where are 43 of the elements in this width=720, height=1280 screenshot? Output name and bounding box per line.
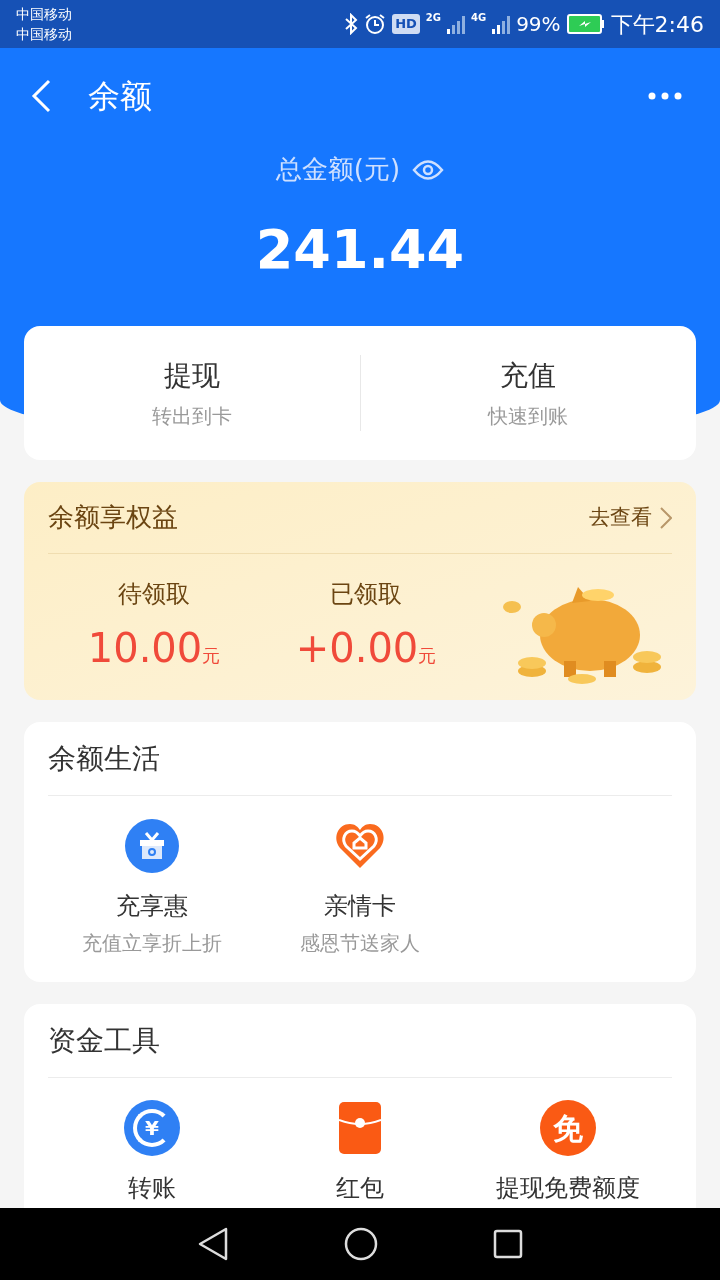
item-subtitle: 感恩节送家人 [300, 930, 420, 957]
battery-percent: 99% [516, 11, 561, 38]
item-label[interactable]: 转账 [128, 1170, 176, 1206]
stat-unit: 元 [418, 644, 437, 668]
clock: 下午2:46 [610, 10, 704, 39]
stat-label: 已领取 [330, 579, 402, 610]
item-label[interactable]: 红包 [336, 1170, 384, 1206]
item-subtitle: 充值立享折上折 [82, 930, 222, 957]
battery-icon [566, 14, 605, 34]
item-label[interactable]: 提现免费额度 [496, 1170, 640, 1206]
recents-icon[interactable] [492, 1229, 523, 1259]
item-label[interactable]: 充享惠 [116, 888, 188, 924]
total-amount: 241.44 [255, 217, 465, 283]
stat-amount: +0.00 [295, 624, 419, 673]
more-icon[interactable] [648, 92, 682, 100]
action-button[interactable]: 充值 快速到账 [360, 355, 696, 431]
view-link[interactable]: 去查看 [589, 501, 672, 534]
section-title: 资金工具 [48, 1022, 160, 1059]
signal-icon [492, 14, 511, 34]
gift-icon [124, 818, 180, 874]
network-label: 2G [425, 10, 441, 25]
bluetooth-icon [344, 13, 359, 35]
rights-title: 余额享权益 [48, 501, 178, 534]
chevron-icon [660, 506, 672, 529]
free-icon: 免 [540, 1100, 596, 1156]
item-label[interactable]: 亲情卡 [324, 888, 396, 924]
carrier-name: 中国移动 [16, 5, 72, 24]
envelope-icon [339, 1102, 381, 1154]
alarm-icon [364, 13, 387, 35]
action-button[interactable]: 提现 转出到卡 [24, 355, 360, 431]
page-title: 余额 [88, 76, 152, 117]
stat-label: 待领取 [118, 579, 190, 610]
stat-unit: 元 [202, 644, 221, 668]
signal-icon [446, 14, 465, 34]
home-icon[interactable] [344, 1227, 378, 1261]
network-label: 4G [470, 10, 487, 25]
section-title: 余额生活 [48, 740, 160, 777]
stat-amount: 10.00 [87, 624, 203, 673]
total-label: 总金额(元) [275, 153, 401, 186]
transfer-icon: ¥ [124, 1100, 180, 1156]
hd-badge: HD [392, 14, 420, 34]
back-icon[interactable] [197, 1227, 230, 1261]
carrier-name: 中国移动 [16, 25, 72, 44]
